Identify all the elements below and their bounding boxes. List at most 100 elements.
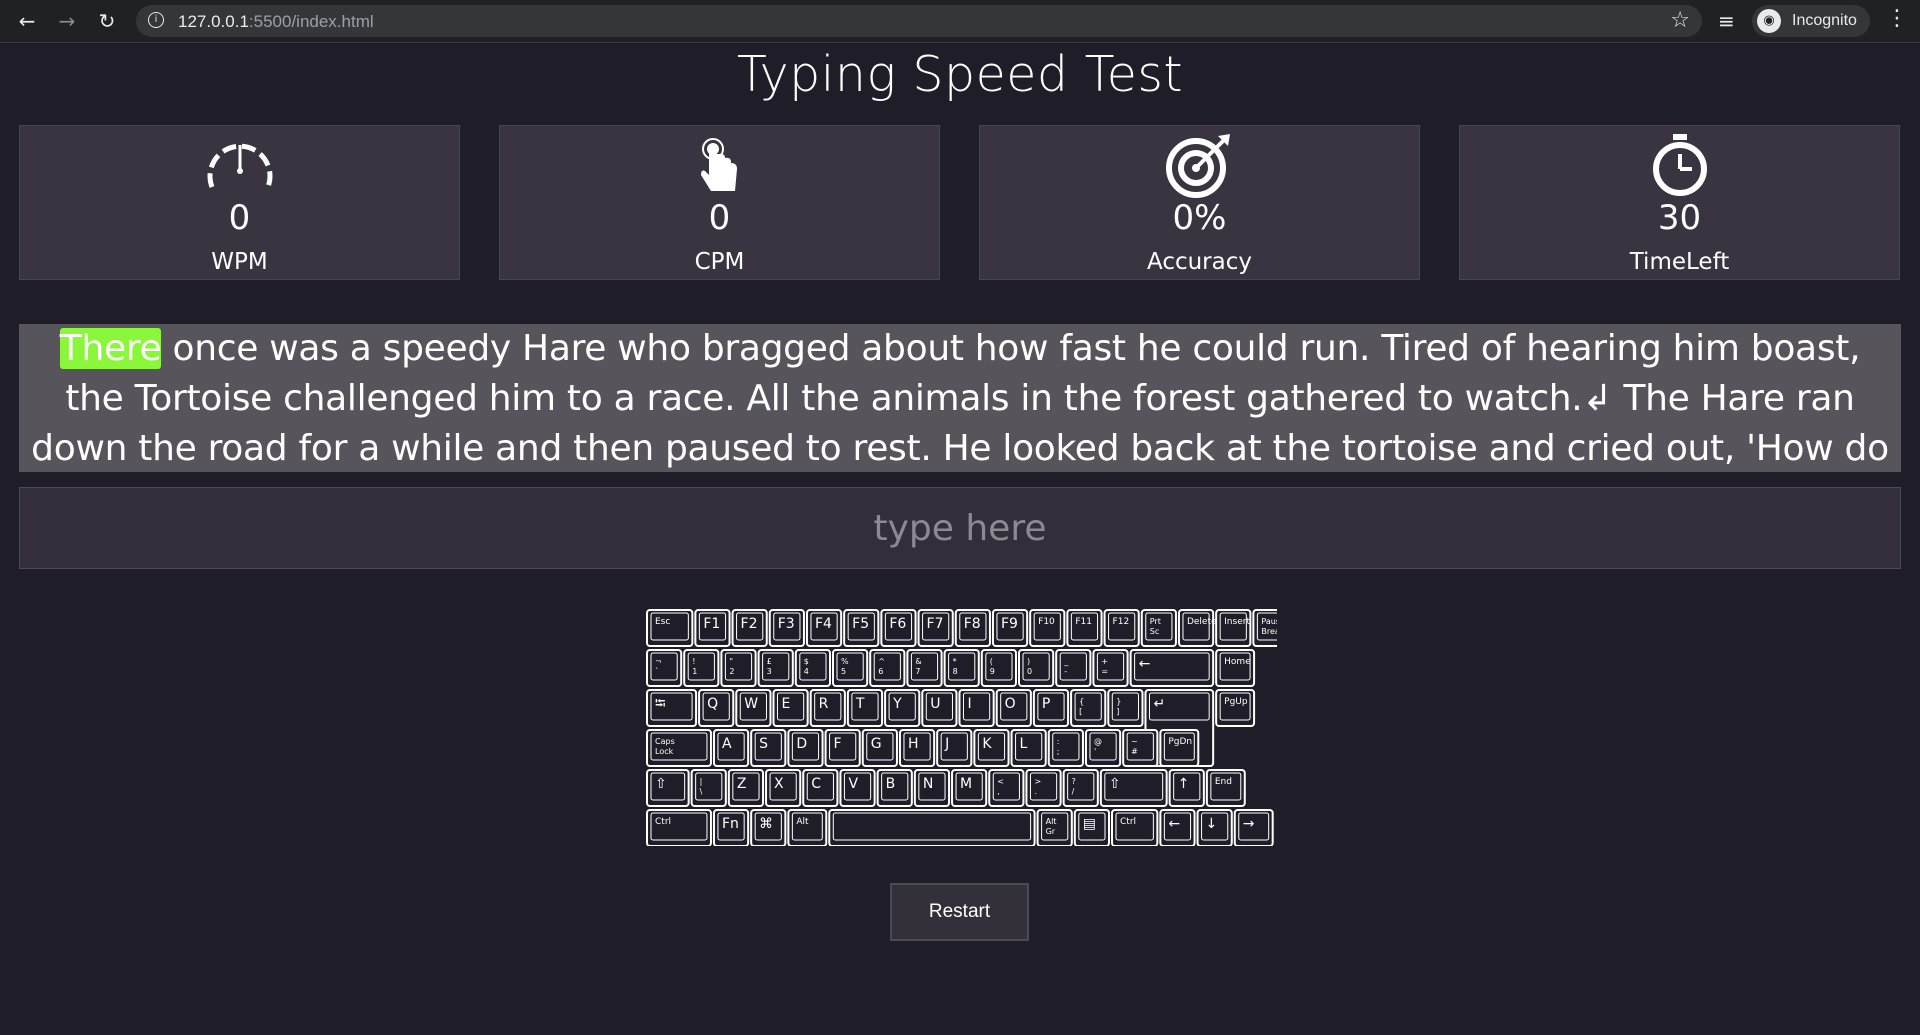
key-f4: F4 (805, 609, 843, 647)
key-a: A (712, 729, 750, 767)
key-label: Y (892, 696, 902, 712)
address-bar[interactable]: i 127.0.0.1:5500/index.html ☆ (136, 5, 1702, 37)
key-label: | (700, 777, 703, 786)
key-symbol-5-9: ↓ (1196, 809, 1233, 846)
key-label: F (834, 736, 842, 752)
stat-card-cpm: 0 CPM (499, 125, 940, 280)
key-ctrl: Ctrl (646, 809, 712, 846)
key-label: F1 (703, 616, 720, 632)
media-control-icon[interactable]: ≡ (1718, 9, 1735, 33)
stat-card-accuracy: 0% Accuracy (979, 125, 1420, 280)
key-t: T (846, 689, 884, 727)
key-f5: F5 (843, 609, 880, 647)
forward-arrow-icon[interactable]: → (54, 8, 80, 34)
typing-input[interactable] (19, 487, 1901, 569)
key-label: C (811, 776, 821, 792)
key-label: P (1042, 696, 1050, 712)
key-symbol-4-11: ?/ (1062, 769, 1099, 807)
key-label: 2 (729, 667, 734, 676)
pointer-hand-icon (500, 132, 939, 198)
key-pgup: PgUp (1215, 689, 1256, 727)
restart-button[interactable]: Restart (890, 883, 1029, 941)
key-label: ↓ (1206, 816, 1218, 832)
site-info-icon[interactable]: i (148, 12, 164, 28)
key-r: R (809, 689, 846, 727)
incognito-icon: ◉ (1757, 9, 1781, 33)
reload-icon[interactable]: ↻ (94, 8, 120, 34)
key-9: (9 (980, 649, 1017, 687)
cpm-value: 0 (708, 198, 731, 238)
key-end: End (1205, 769, 1246, 807)
key-label: F9 (1001, 616, 1018, 632)
speedometer-icon (20, 132, 459, 198)
key-symbol-5-10: → (1233, 809, 1274, 846)
key-6: ^6 (869, 649, 906, 687)
key-label: Q (707, 696, 718, 712)
key-label: F8 (964, 616, 981, 632)
key-label: ` (655, 666, 659, 676)
key-3: £3 (757, 649, 794, 687)
key-symbol-3-11: @' (1084, 729, 1122, 767)
key-label: Ctrl (655, 817, 671, 827)
page-title: Typing Speed Test (736, 46, 1184, 103)
url-text[interactable]: 127.0.0.1:5500/index.html (178, 12, 374, 32)
key-label: F12 (1113, 617, 1130, 627)
key-f9: F9 (991, 609, 1029, 647)
wpm-label: WPM (211, 249, 268, 275)
key-label: ← (1139, 656, 1151, 672)
key-4: $4 (794, 649, 832, 687)
key-label: ⭾ (655, 696, 666, 712)
key-symbol-4-10: >. (1025, 769, 1062, 807)
key-label: D (796, 736, 807, 752)
key-l: L (1010, 729, 1047, 767)
key-label: F6 (889, 616, 906, 632)
key-z: Z (727, 769, 765, 807)
key-p: P (1032, 689, 1070, 727)
key-f3: F3 (768, 609, 805, 647)
key-symbol-2-12: }] (1107, 689, 1144, 727)
key-label: % (841, 657, 849, 666)
key-y: Y (884, 689, 921, 727)
key-label: ? (1072, 777, 1076, 786)
key-label: O (1005, 696, 1016, 712)
key-home: Home (1215, 649, 1256, 687)
accuracy-label: Accuracy (1146, 249, 1252, 275)
key-label: ! (692, 657, 695, 666)
bookmark-star-icon[interactable]: ☆ (1670, 8, 1690, 33)
key-label: : (1057, 737, 1060, 746)
incognito-profile-button[interactable]: ◉ Incognito (1752, 5, 1870, 37)
key-label: Ctrl (1120, 817, 1136, 827)
key-label: Caps (655, 737, 675, 746)
key-label: } (1116, 697, 1121, 706)
key-label: J (944, 736, 949, 752)
key-symbol-5-8: ← (1159, 809, 1196, 846)
key-space (828, 809, 1036, 846)
key-label: N (923, 776, 933, 792)
key-label: F3 (778, 616, 795, 632)
key-f10: F10 (1029, 609, 1066, 647)
key-2: "2 (720, 649, 757, 687)
key-label: A (722, 736, 732, 752)
back-arrow-icon[interactable]: ← (14, 8, 40, 34)
key-label: Z (737, 776, 747, 792)
key-label: , (997, 787, 1000, 796)
key-label: Sc (1150, 627, 1159, 636)
key-7: &7 (906, 649, 943, 687)
key-o: O (995, 689, 1032, 727)
key-x: X (765, 769, 802, 807)
key-caps-lock: CapsLock (646, 729, 712, 767)
key-label: Esc (655, 617, 670, 627)
key-f11: F11 (1066, 609, 1103, 647)
key-label: ' (1094, 747, 1096, 756)
key-c: C (802, 769, 839, 807)
kebab-menu-icon[interactable]: ⋮ (1886, 6, 1908, 31)
key-f12: F12 (1103, 609, 1140, 647)
key-label: F4 (815, 616, 832, 632)
key-label: # (1131, 747, 1138, 756)
key-m: M (951, 769, 988, 807)
key-symbol-1-12: += (1092, 649, 1129, 687)
key-symbol-5-2: ⌘ (750, 809, 787, 846)
key-8: *8 (943, 649, 980, 687)
key-label: Pause (1261, 617, 1277, 626)
key-symbol-2-11: {[ (1070, 689, 1107, 727)
